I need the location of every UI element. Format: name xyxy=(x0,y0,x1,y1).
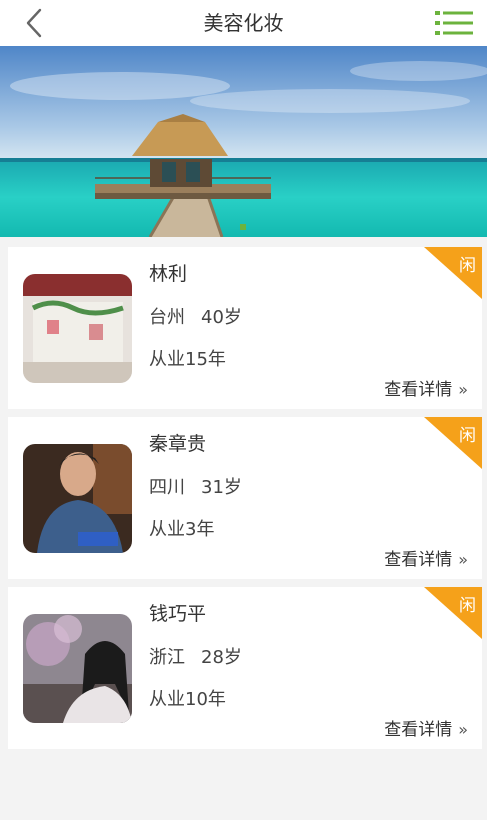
view-details-link[interactable]: 查看详情 » xyxy=(384,545,468,570)
status-badge: 闲 xyxy=(424,417,482,469)
view-details-link[interactable]: 查看详情 » xyxy=(384,715,468,740)
worker-age: 31岁 xyxy=(201,477,242,498)
worker-name: 钱巧平 xyxy=(149,603,207,625)
view-details-link[interactable]: 查看详情 » xyxy=(384,375,468,400)
worker-avatar xyxy=(23,274,132,383)
banner-carousel[interactable] xyxy=(0,46,487,237)
status-badge-label: 闲 xyxy=(459,596,476,616)
worker-avatar xyxy=(23,444,132,553)
status-badge-label: 闲 xyxy=(459,426,476,446)
worker-age: 28岁 xyxy=(201,647,242,668)
worker-name: 林利 xyxy=(149,263,188,285)
worker-location-age: 四川 31岁 xyxy=(149,473,242,499)
list-menu-icon xyxy=(435,11,473,35)
banner-image xyxy=(0,46,487,237)
worker-name: 秦章贵 xyxy=(149,433,207,455)
worker-location: 浙江 xyxy=(149,647,185,668)
worker-location-age: 浙江 28岁 xyxy=(149,643,242,669)
beauty-salon-photo xyxy=(23,274,132,383)
worker-experience: 从业15年 xyxy=(149,349,226,370)
status-badge-label: 闲 xyxy=(459,256,476,276)
view-details-label: 查看详情 xyxy=(384,550,453,570)
double-chevron-right-icon: » xyxy=(458,380,468,399)
man-working-photo xyxy=(23,444,132,553)
worker-experience: 从业10年 xyxy=(149,689,226,710)
double-chevron-right-icon: » xyxy=(458,550,468,569)
worker-card[interactable]: 林利 台州 40岁 从业15年 查看详情 » 闲 xyxy=(8,247,482,409)
worker-card[interactable]: 秦章贵 四川 31岁 从业3年 查看详情 » 闲 xyxy=(8,417,482,579)
menu-button[interactable] xyxy=(435,10,473,36)
woman-portrait-photo xyxy=(23,614,132,723)
double-chevron-right-icon: » xyxy=(458,720,468,739)
worker-location: 四川 xyxy=(149,477,185,498)
top-bar: 美容化妆 xyxy=(0,0,487,46)
view-details-label: 查看详情 xyxy=(384,380,453,400)
status-badge: 闲 xyxy=(424,247,482,299)
worker-list: 林利 台州 40岁 从业15年 查看详情 » 闲 秦章贵 四川 31岁 从业3年 … xyxy=(8,247,482,757)
worker-avatar xyxy=(23,614,132,723)
worker-age: 40岁 xyxy=(201,307,242,328)
status-badge: 闲 xyxy=(424,587,482,639)
worker-experience: 从业3年 xyxy=(149,519,215,540)
worker-card[interactable]: 钱巧平 浙江 28岁 从业10年 查看详情 » 闲 xyxy=(8,587,482,749)
worker-location-age: 台州 40岁 xyxy=(149,303,242,329)
worker-location: 台州 xyxy=(149,307,185,328)
page-title: 美容化妆 xyxy=(203,11,284,35)
view-details-label: 查看详情 xyxy=(384,720,453,740)
